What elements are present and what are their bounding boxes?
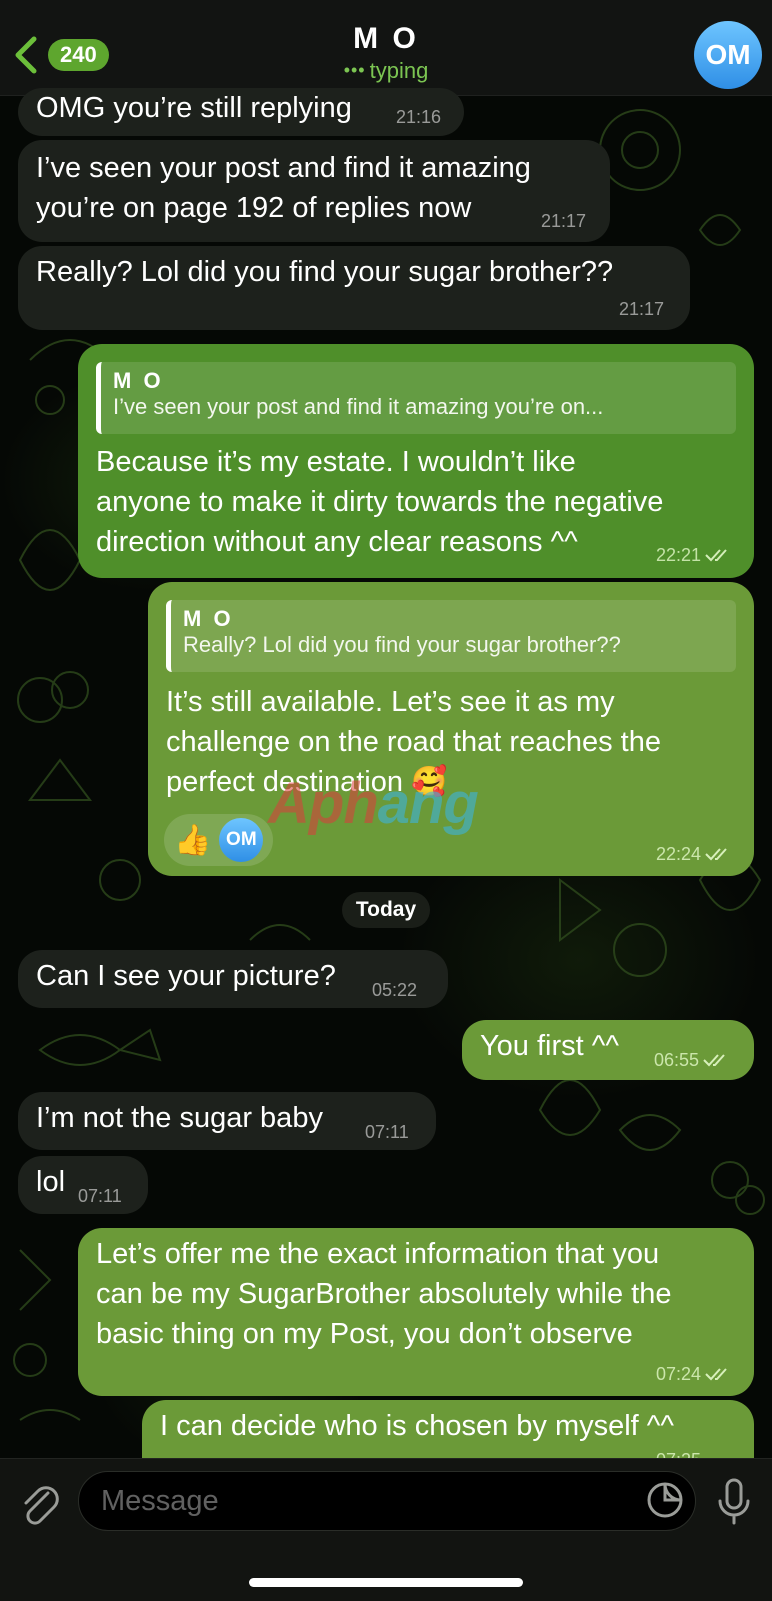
double-check-icon [703,1054,725,1067]
message-time: 21:16 [396,107,442,127]
reaction-chip[interactable]: 👍 OM [164,814,274,866]
message-text: Really? Lol did you find your sugar brot… [36,256,614,288]
double-check-icon [705,848,727,861]
paperclip-icon[interactable] [18,1481,62,1529]
chat-header: 240 M O ••• typing OM [0,0,772,96]
message-bubble[interactable]: I’m not the sugar baby 07:11 [18,1092,436,1150]
unread-count-badge: 240 [48,39,109,71]
message-text: I’m not the sugar baby [36,1102,323,1134]
watermark-logo: Aphang [268,771,479,836]
message-input[interactable]: Message [78,1471,696,1531]
message-time: 07:24 [656,1364,731,1385]
message-bubble[interactable]: OMG you’re still replying 21:16 [18,88,464,136]
sticker-icon[interactable] [646,1481,684,1519]
double-check-icon [705,1368,727,1381]
message-text: OMG you’re still replying [36,92,352,124]
home-indicator[interactable] [249,1578,523,1587]
thumbs-up-icon: 👍 [174,823,212,857]
typing-dots-icon: ••• [343,60,366,80]
avatar[interactable]: OM [694,21,762,89]
message-bubble[interactable]: Can I see your picture? 05:22 [18,950,448,1008]
message-time: 07:11 [365,1122,409,1142]
message-time: 21:17 [619,299,665,319]
back-button[interactable]: 240 [12,34,112,76]
reply-text: I’ve seen your post and find it amazing … [113,394,604,419]
message-bubble[interactable]: I’ve seen your post and find it amazing … [18,140,610,242]
message-bubble[interactable]: You first ^^ 06:55 [462,1020,754,1080]
date-separator: Today [342,892,430,928]
typing-status: ••• typing [343,58,429,83]
microphone-icon[interactable] [716,1477,752,1527]
message-time: 06:55 [654,1050,729,1071]
chat-title: M O [353,22,419,55]
message-bubble[interactable]: Let’s offer me the exact information tha… [78,1228,754,1396]
message-text: I can decide who is chosen by myself ^^ [160,1410,675,1442]
message-time: 07:11 [78,1186,122,1206]
message-time: 05:22 [372,980,418,1000]
chat-title-area[interactable]: M O ••• typing [236,22,536,84]
double-check-icon [705,549,727,562]
message-text: lol [36,1166,66,1198]
message-text: I’ve seen your post and find it amazing … [36,152,531,224]
reply-preview[interactable]: M O I’ve seen your post and find it amaz… [96,362,736,434]
reply-text: Really? Lol did you find your sugar brot… [183,632,621,657]
message-time: 22:24 [656,844,731,865]
message-text: Let’s offer me the exact information tha… [96,1238,672,1350]
reply-sender: M O [113,368,164,393]
message-bubble[interactable]: Really? Lol did you find your sugar brot… [18,246,690,330]
message-text: Because it’s my estate. I wouldn’t like … [96,446,664,558]
message-text: You first ^^ [480,1030,619,1062]
message-time: 22:21 [656,545,731,566]
reaction-avatar: OM [219,818,264,862]
chevron-left-icon [15,36,37,74]
reply-sender: M O [183,606,234,631]
message-text: Can I see your picture? [36,960,336,992]
reply-preview[interactable]: M O Really? Lol did you find your sugar … [166,600,736,672]
message-bubble[interactable]: M O I’ve seen your post and find it amaz… [78,344,754,578]
message-time: 21:17 [541,211,587,231]
message-bubble[interactable]: lol 07:11 [18,1156,148,1214]
